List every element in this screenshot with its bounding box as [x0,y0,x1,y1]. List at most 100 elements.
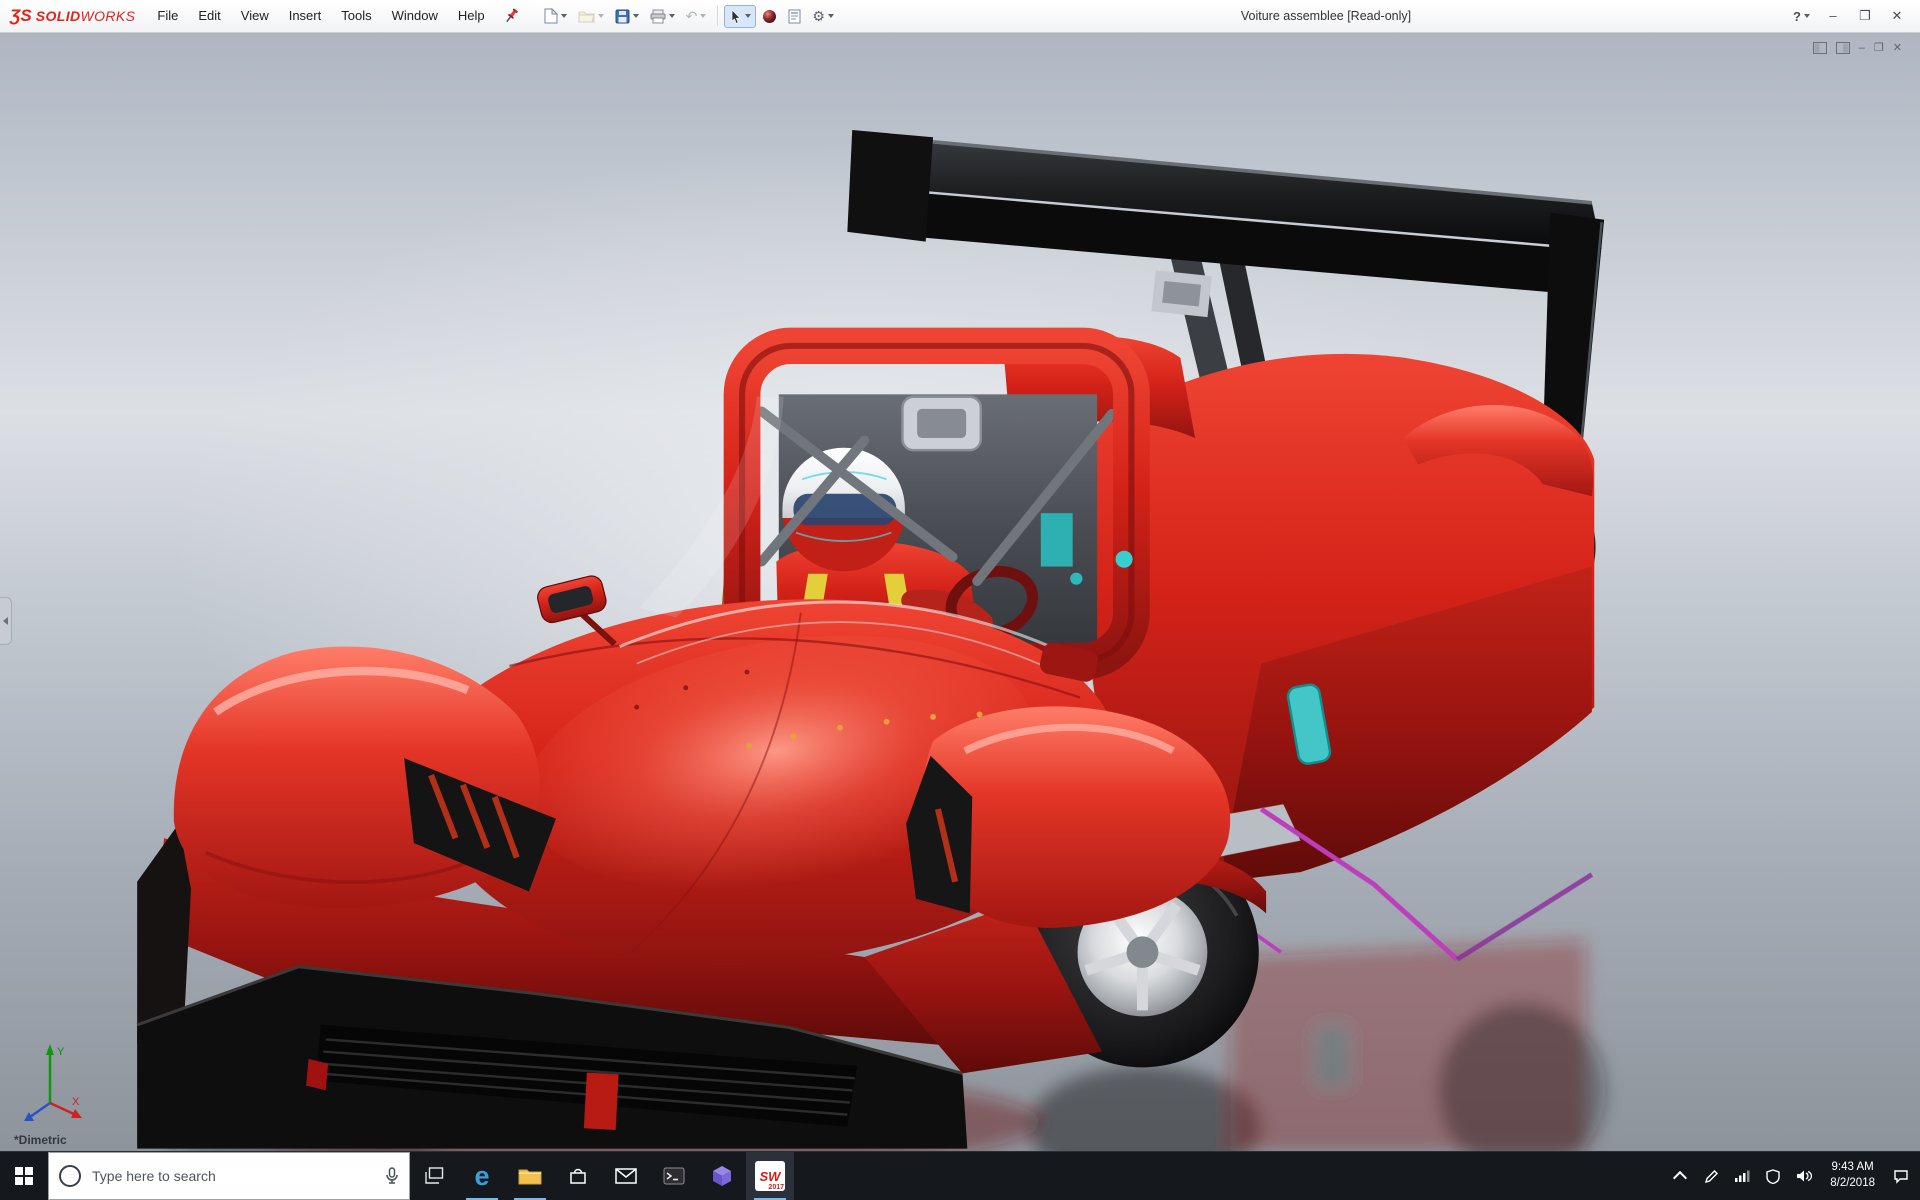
task-view-button[interactable] [410,1152,458,1200]
caret-down-icon [597,14,604,18]
taskbar-clock[interactable]: 9:43 AM 8/2/2018 [1826,1158,1879,1193]
child-window-controls: – ❐ ✕ [1812,41,1902,55]
feature-panel-collapsed-tab[interactable] [0,597,12,645]
mail-icon [615,1168,637,1184]
mail-button[interactable] [602,1152,650,1200]
open-icon [578,11,595,23]
interior-teal-panel [1040,513,1073,567]
maximize-button[interactable]: ❐ [1850,1,1880,31]
standard-toolbar: ↶ ⚙ [539,4,839,28]
menu-file[interactable]: File [147,0,188,32]
undo-icon: ↶ [685,8,698,24]
center-mirror-housing[interactable] [901,395,983,452]
new-document-button[interactable] [539,4,572,28]
toolbar-separator [717,6,719,26]
taskbar-search[interactable] [48,1152,410,1200]
pen-icon[interactable] [1702,1167,1720,1185]
menu-edit[interactable]: Edit [188,0,230,32]
window-controls: ? – ❐ ✕ [1787,1,1920,31]
file-explorer-button[interactable] [506,1152,554,1200]
caret-down-icon [700,14,707,18]
logo-text-solid: SOLID [35,8,81,24]
close-button[interactable]: ✕ [1882,1,1912,31]
menu-tools[interactable]: Tools [331,0,381,32]
save-icon [615,9,630,23]
tray-chevron-icon[interactable] [1671,1167,1689,1185]
orientation-triad: Y X [24,1044,82,1121]
clock-date: 8/2/2018 [1830,1177,1875,1189]
menu-window[interactable]: Window [382,0,448,32]
logo-text-works: WORKS [80,8,136,24]
open-button[interactable] [573,5,609,27]
store-button[interactable] [554,1152,602,1200]
menu-help[interactable]: Help [448,0,495,32]
help-button[interactable]: ? [1787,9,1816,24]
windows-logo-icon [15,1167,33,1185]
child-close-button[interactable]: ✕ [1893,41,1902,55]
document-properties-button[interactable] [783,5,806,28]
mic-icon[interactable] [385,1167,399,1185]
solidworks-window: ƷS SOLID WORKS File Edit View Insert Too… [0,0,1920,1200]
viewport-3d-scene[interactable] [0,33,1920,1151]
solidworks-icon: SW 2017 [755,1161,785,1191]
edge-icon: e [474,1160,490,1191]
teal-accent [1070,572,1083,585]
file-explorer-icon [518,1169,542,1185]
options-gear-icon: ⚙ [812,8,825,24]
child-restore-button[interactable]: ❐ [1874,41,1884,55]
cube-app-button[interactable] [698,1152,746,1200]
caret-down-icon [668,14,675,18]
windows-taskbar: e [0,1151,1920,1200]
graphics-viewport[interactable]: – ❐ ✕ Y X *Dimetric [0,33,1920,1151]
caret-down-icon [560,14,567,18]
sw-icon-year: 2017 [768,1184,784,1191]
minimize-button[interactable]: – [1818,1,1848,31]
search-input[interactable] [90,1167,376,1185]
appearance-sphere-icon [763,9,777,23]
clock-time: 9:43 AM [1831,1161,1874,1174]
titlebar: ƷS SOLID WORKS File Edit View Insert Too… [0,0,1920,33]
solidworks-taskbar-button[interactable]: SW 2017 [746,1152,794,1200]
pane-left-icon[interactable] [1812,42,1827,54]
solidworks-logo: ƷS SOLID WORKS [0,6,147,26]
shield-icon[interactable] [1764,1167,1782,1185]
menubar: File Edit View Insert Tools Window Help [147,0,494,32]
sw-icon-label: SW [759,1168,781,1184]
volume-icon[interactable] [1795,1167,1813,1185]
store-icon [570,1168,586,1184]
chevron-left-icon [3,617,8,625]
start-button[interactable] [0,1152,48,1200]
appearance-button[interactable] [757,5,782,28]
system-tray: 9:43 AM 8/2/2018 [1661,1152,1920,1200]
menu-insert[interactable]: Insert [279,0,332,32]
document-properties-icon [788,9,801,23]
select-button[interactable] [724,4,757,28]
cortana-icon [59,1165,81,1187]
document-title: Voiture assemblee [Read-only] [1240,9,1412,23]
pane-right-icon[interactable] [1835,42,1850,54]
edge-button[interactable]: e [458,1152,506,1200]
options-button[interactable]: ⚙ [807,5,839,27]
network-icon[interactable] [1733,1167,1751,1185]
view-orientation-label: *Dimetric [14,1133,67,1147]
select-cursor-icon [731,8,742,24]
triad-x-label: X [72,1096,80,1108]
triad-y-label: Y [57,1046,65,1058]
3ds-logo-mark: ƷS [10,6,32,25]
save-button[interactable] [610,5,644,28]
console-app-button[interactable] [650,1152,698,1200]
child-minimize-button[interactable]: – [1859,41,1865,55]
tow-hook [583,1072,619,1130]
console-icon [663,1167,685,1185]
caret-down-icon [632,14,639,18]
undo-button[interactable]: ↶ [681,5,712,27]
menu-view[interactable]: View [231,0,279,32]
cube-app-icon [713,1166,731,1186]
caret-down-icon [827,14,834,18]
task-view-icon [425,1167,444,1184]
help-label: ? [1793,8,1801,24]
print-button[interactable] [645,5,680,28]
pin-icon[interactable] [505,8,519,24]
print-icon [650,9,666,23]
action-center-icon[interactable] [1892,1167,1910,1185]
